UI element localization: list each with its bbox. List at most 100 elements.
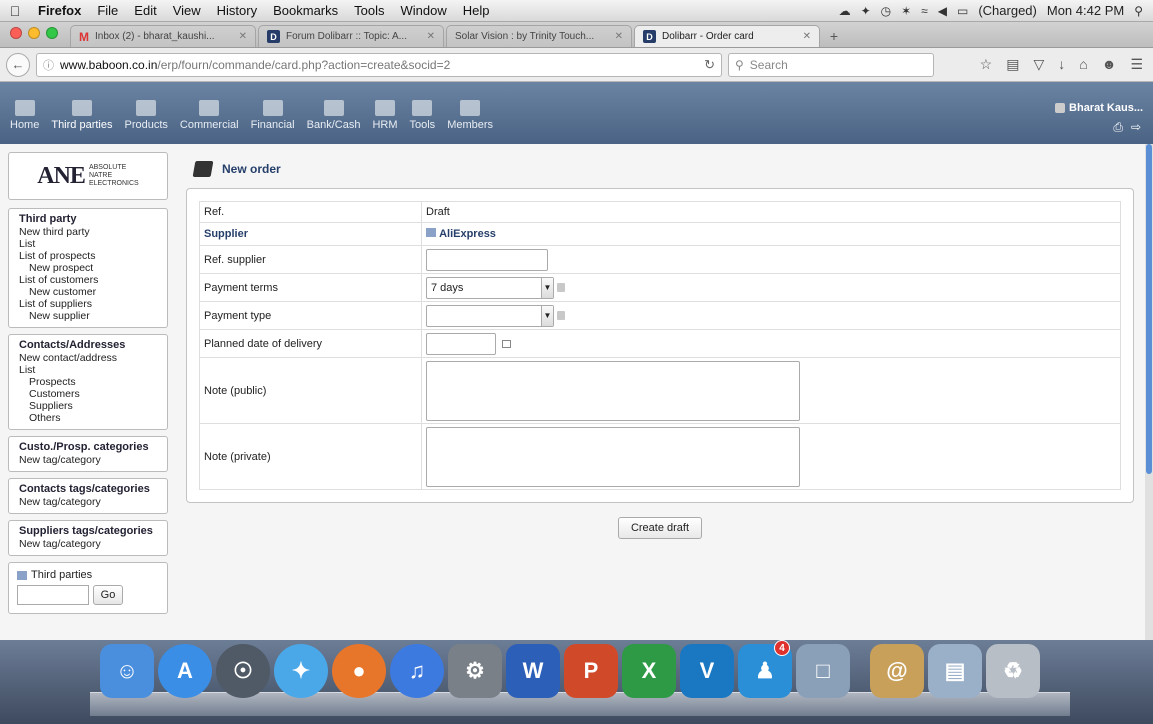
battery-icon[interactable]: ▭ bbox=[957, 4, 968, 18]
sidebar-item-prospects[interactable]: Prospects bbox=[19, 376, 161, 388]
tab-solar-vision[interactable]: Solar Vision : by Trinity Touch... ✕ bbox=[446, 25, 632, 47]
help-icon[interactable] bbox=[557, 311, 565, 320]
pocket-icon[interactable]: ▽ bbox=[1033, 56, 1044, 73]
address-book-icon[interactable]: @ bbox=[870, 644, 924, 698]
sidebar-item-new-tag[interactable]: New tag/category bbox=[19, 496, 161, 508]
sidebar-item-new-tag[interactable]: New tag/category bbox=[19, 538, 161, 550]
clock[interactable]: Mon 4:42 PM bbox=[1047, 3, 1124, 18]
calendar-icon[interactable] bbox=[502, 339, 511, 348]
tab-forum-dolibarr[interactable]: D Forum Dolibarr :: Topic: A... ✕ bbox=[258, 25, 444, 47]
trinity-icon[interactable]: ♟ 4 bbox=[738, 640, 792, 698]
topmenu-third-parties[interactable]: Third parties bbox=[45, 100, 118, 131]
menu-view[interactable]: View bbox=[165, 3, 209, 18]
menu-history[interactable]: History bbox=[209, 3, 265, 18]
menu-window[interactable]: Window bbox=[393, 3, 455, 18]
sidebar-item-new-tag[interactable]: New tag/category bbox=[19, 454, 161, 466]
zoom-window-button[interactable] bbox=[46, 27, 58, 39]
sidebar-item-list-suppliers[interactable]: List of suppliers bbox=[19, 298, 161, 310]
scrollbar-thumb[interactable] bbox=[1146, 144, 1152, 474]
sidebar-heading[interactable]: Contacts/Addresses bbox=[19, 339, 161, 352]
menu-tools[interactable]: Tools bbox=[346, 3, 392, 18]
sidebar-item-others[interactable]: Others bbox=[19, 412, 161, 424]
app-store-icon[interactable]: A bbox=[158, 644, 212, 698]
menu-icon[interactable]: ☰ bbox=[1130, 56, 1143, 73]
battery-status[interactable]: (Charged) bbox=[978, 3, 1037, 18]
spotlight-icon[interactable]: ⚲ bbox=[1134, 4, 1143, 18]
ref-supplier-input[interactable] bbox=[426, 248, 548, 271]
itunes-icon[interactable]: ♫ bbox=[390, 644, 444, 698]
launchpad-icon[interactable]: ☉ bbox=[216, 644, 270, 698]
print-icon[interactable]: ⎙ bbox=[1113, 120, 1123, 135]
payment-type-select[interactable]: ▼ bbox=[426, 304, 554, 327]
menu-edit[interactable]: Edit bbox=[126, 3, 164, 18]
tab-order-card[interactable]: D Dolibarr - Order card ✕ bbox=[634, 25, 820, 47]
sidebar-item-list-customers[interactable]: List of customers bbox=[19, 274, 161, 286]
menu-file[interactable]: File bbox=[89, 3, 126, 18]
minimize-window-button[interactable] bbox=[28, 27, 40, 39]
excel-icon[interactable]: X bbox=[622, 644, 676, 698]
close-tab-icon[interactable]: ✕ bbox=[803, 31, 811, 42]
powerpoint-icon[interactable]: P bbox=[564, 644, 618, 698]
bookmark-star-icon[interactable]: ☆ bbox=[980, 56, 993, 73]
tab-inbox[interactable]: M Inbox (2) - bharat_kaushi... ✕ bbox=[70, 25, 256, 47]
bluetooth-icon[interactable]: ✶ bbox=[901, 4, 911, 18]
menu-help[interactable]: Help bbox=[455, 3, 498, 18]
logout-icon[interactable]: ⇨ bbox=[1131, 120, 1141, 135]
close-window-button[interactable] bbox=[10, 27, 22, 39]
sidebar-item-list[interactable]: List bbox=[19, 238, 161, 250]
time-machine-icon[interactable]: ◷ bbox=[881, 4, 891, 18]
user-info[interactable]: Bharat Kaus... bbox=[1055, 102, 1143, 114]
sidebar-item-list-prospects[interactable]: List of prospects bbox=[19, 250, 161, 262]
sidebar-item-new-supplier[interactable]: New supplier bbox=[19, 310, 161, 322]
sidebar-item-new-prospect[interactable]: New prospect bbox=[19, 262, 161, 274]
go-button[interactable]: Go bbox=[93, 585, 123, 605]
sidebar-heading[interactable]: Third party bbox=[19, 213, 161, 226]
sidebar-item-suppliers[interactable]: Suppliers bbox=[19, 400, 161, 412]
payment-terms-select[interactable]: 7 days ▼ bbox=[426, 276, 554, 299]
trash-icon[interactable]: ♻ bbox=[986, 644, 1040, 698]
topmenu-hrm[interactable]: HRM bbox=[366, 100, 403, 131]
topmenu-bank-cash[interactable]: Bank/Cash bbox=[301, 100, 367, 131]
safari-icon[interactable]: ✦ bbox=[274, 644, 328, 698]
supplier-link[interactable]: AliExpress bbox=[439, 228, 496, 240]
help-icon[interactable] bbox=[557, 283, 565, 292]
search-bar[interactable]: ⚲ Search bbox=[728, 52, 934, 77]
sidebar-heading[interactable]: Contacts tags/categories bbox=[19, 483, 161, 496]
menu-bookmarks[interactable]: Bookmarks bbox=[265, 3, 346, 18]
sidebar-item-new-contact[interactable]: New contact/address bbox=[19, 352, 161, 364]
sidebar-item-list[interactable]: List bbox=[19, 364, 161, 376]
chat-icon[interactable]: ☻ bbox=[1102, 56, 1117, 73]
firefox-icon[interactable]: ● bbox=[332, 644, 386, 698]
close-tab-icon[interactable]: ✕ bbox=[615, 31, 623, 42]
topmenu-home[interactable]: Home bbox=[4, 100, 45, 131]
finder-icon[interactable]: ☺ bbox=[100, 644, 154, 698]
note-public-textarea[interactable] bbox=[426, 360, 800, 421]
cloud-icon[interactable]: ☁ bbox=[839, 4, 851, 18]
sidebar-heading[interactable]: Suppliers tags/categories bbox=[19, 525, 161, 538]
page-scrollbar[interactable] bbox=[1145, 144, 1153, 640]
topmenu-financial[interactable]: Financial bbox=[245, 100, 301, 131]
apple-icon[interactable]:  bbox=[0, 3, 30, 19]
documents-folder-icon[interactable]: ▤ bbox=[928, 644, 982, 698]
close-tab-icon[interactable]: ✕ bbox=[239, 31, 247, 42]
company-logo[interactable]: ANE ABSOLUTE NATRE ELECTRONICS bbox=[8, 152, 168, 200]
close-tab-icon[interactable]: ✕ bbox=[427, 31, 435, 42]
home-icon[interactable]: ⌂ bbox=[1079, 56, 1087, 73]
create-draft-button[interactable]: Create draft bbox=[617, 517, 703, 539]
vnc-icon[interactable]: V bbox=[680, 644, 734, 698]
menu-app-firefox[interactable]: Firefox bbox=[30, 3, 89, 18]
extension-icon[interactable]: ✦ bbox=[861, 4, 871, 18]
word-icon[interactable]: W bbox=[506, 644, 560, 698]
back-button[interactable]: ← bbox=[6, 52, 30, 77]
topmenu-products[interactable]: Products bbox=[118, 100, 173, 131]
third-party-search-input[interactable] bbox=[17, 585, 89, 605]
note-private-textarea[interactable] bbox=[426, 426, 800, 487]
sidebar-item-customers[interactable]: Customers bbox=[19, 388, 161, 400]
topmenu-commercial[interactable]: Commercial bbox=[174, 100, 245, 131]
sidebar-heading[interactable]: Custo./Prosp. categories bbox=[19, 441, 161, 454]
new-tab-button[interactable]: + bbox=[822, 25, 846, 47]
topmenu-members[interactable]: Members bbox=[441, 100, 499, 131]
site-identity-icon[interactable]: ⓘ bbox=[43, 57, 54, 73]
topmenu-tools[interactable]: Tools bbox=[404, 100, 442, 131]
system-preferences-icon[interactable]: ⚙ bbox=[448, 644, 502, 698]
